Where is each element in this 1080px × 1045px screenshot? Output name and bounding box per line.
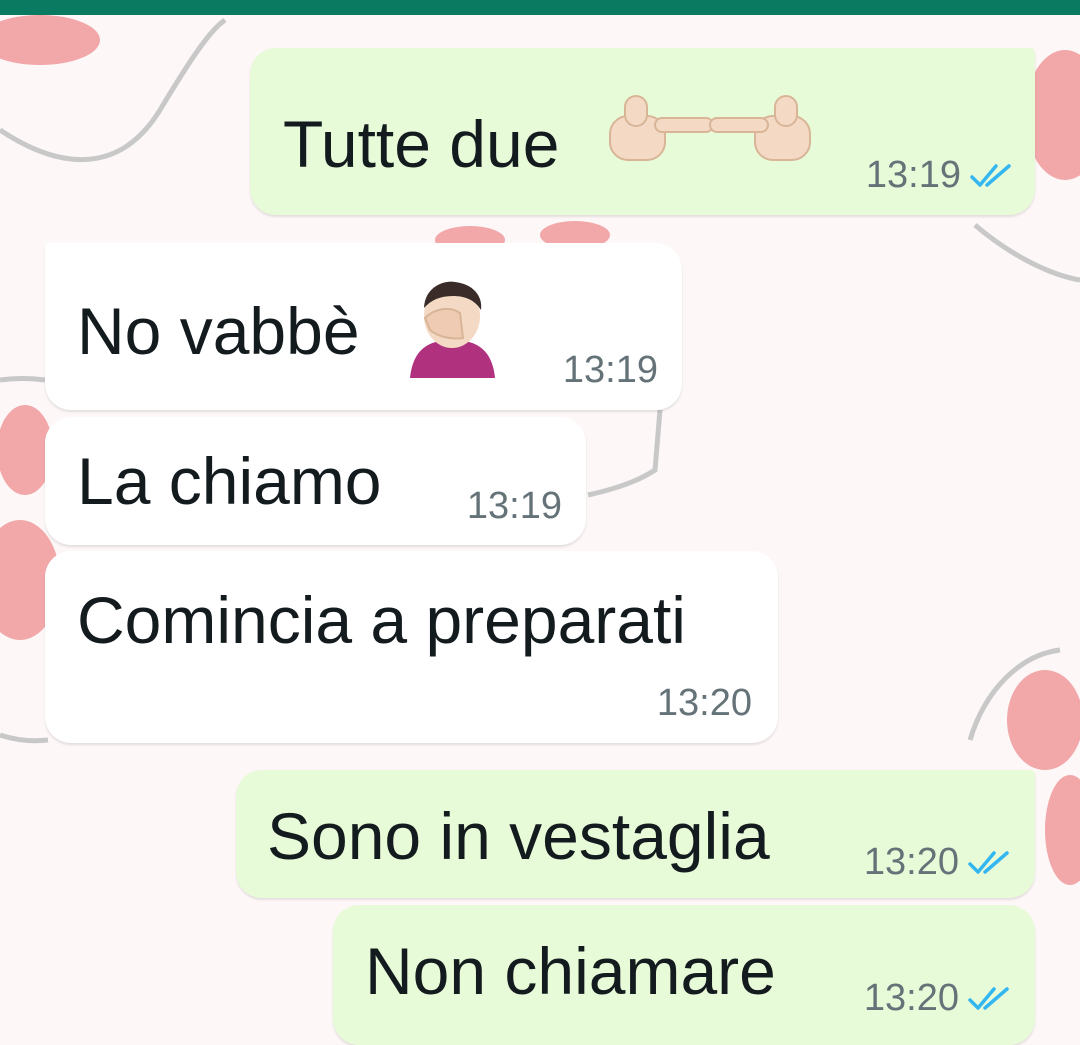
backhand-index-pointing-left-and-right-icon xyxy=(605,88,820,173)
message-text: Comincia a preparati xyxy=(77,583,686,657)
message-time: 13:19 xyxy=(466,485,562,527)
message-text: Sono in vestaglia xyxy=(267,799,770,873)
message-meta: 13:19 xyxy=(467,485,562,528)
man-facepalming-icon xyxy=(405,278,500,383)
message-bubble-outgoing[interactable]: Tutte due 13:19 xyxy=(250,48,1035,215)
read-receipt-icon xyxy=(968,850,1009,874)
message-text: No vabbè xyxy=(77,294,360,368)
read-receipt-icon xyxy=(968,986,1009,1010)
read-receipt-icon xyxy=(970,163,1011,187)
message-text: Non chiamare xyxy=(365,934,776,1008)
message-bubble-outgoing[interactable]: Non chiamare 13:20 xyxy=(333,905,1035,1045)
message-bubble-incoming[interactable]: Comincia a preparati 13:20 xyxy=(45,551,778,743)
message-text: La chiamo xyxy=(77,444,382,518)
message-time: 13:20 xyxy=(863,841,959,883)
message-time: 13:20 xyxy=(863,977,959,1019)
message-meta: 13:20 xyxy=(864,977,1013,1020)
message-meta: 13:20 xyxy=(657,682,752,725)
message-bubble-incoming[interactable]: La chiamo 13:19 xyxy=(45,417,586,545)
message-text: Tutte due xyxy=(283,107,560,181)
message-bubble-incoming[interactable]: No vabbè 13:19 xyxy=(45,243,682,410)
message-meta: 13:19 xyxy=(563,349,658,392)
message-meta: 13:19 xyxy=(866,154,1015,197)
message-bubble-outgoing[interactable]: Sono in vestaglia 13:20 xyxy=(236,770,1035,898)
message-time: 13:19 xyxy=(562,349,658,391)
message-meta: 13:20 xyxy=(864,841,1013,884)
message-time: 13:19 xyxy=(865,154,961,196)
message-time: 13:20 xyxy=(656,682,752,724)
chat-header-bar xyxy=(0,0,1080,15)
